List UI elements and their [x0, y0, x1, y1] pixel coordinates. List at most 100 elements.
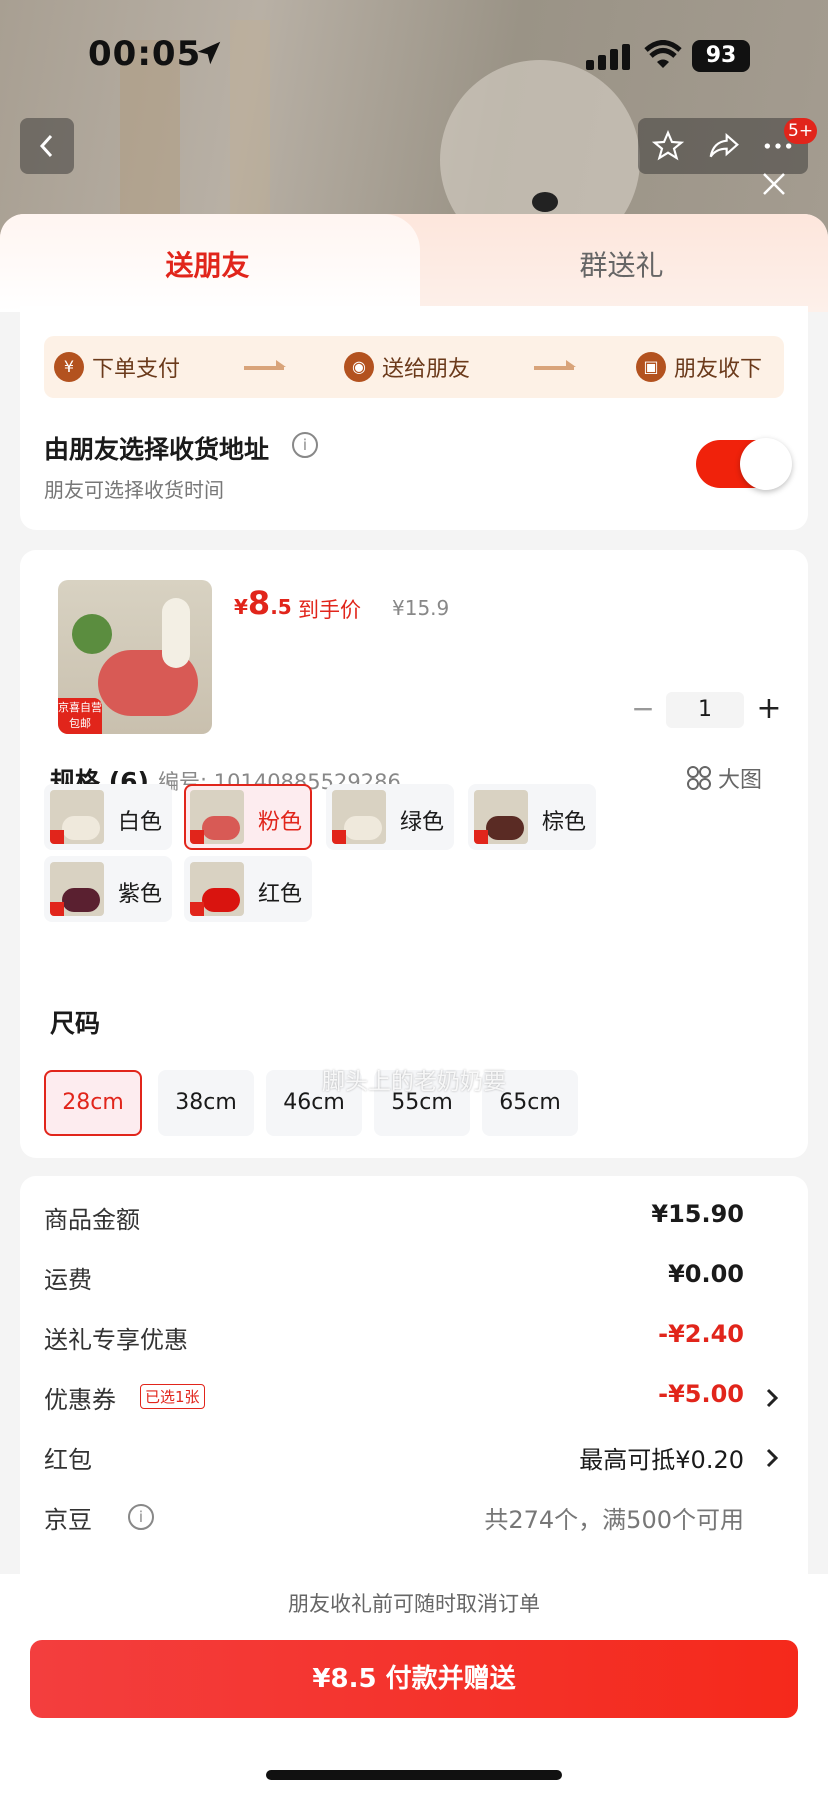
quantity-stepper: − 1 +	[628, 690, 788, 730]
big-image-label: 大图	[718, 768, 763, 793]
spec-thumbnail	[50, 862, 104, 916]
product-tag-line1: 京喜自营	[58, 701, 102, 714]
fee-value: 最高可抵¥0.20	[579, 1446, 744, 1474]
spec-option[interactable]: 紫色	[44, 856, 172, 922]
original-price: ¥15.9	[392, 596, 450, 620]
fee-row-coupon[interactable]: 优惠券 已选1张 -¥5.00	[44, 1380, 784, 1420]
fee-label: 商品金额	[44, 1206, 140, 1234]
spec-thumbnail	[190, 790, 244, 844]
flow-step-label: 朋友收下	[674, 357, 763, 382]
product-tag: 京喜自营 包邮	[58, 698, 102, 734]
fee-label: 红包	[44, 1446, 92, 1474]
location-arrow-icon	[197, 41, 221, 65]
quantity-value[interactable]: 1	[666, 692, 744, 728]
address-option-title: 由朋友选择收货地址	[44, 435, 270, 464]
coupon-selected-tag: 已选1张	[140, 1384, 205, 1409]
spec-option-label: 绿色	[400, 810, 445, 835]
fee-value: -¥5.00	[658, 1380, 744, 1408]
fee-label: 优惠券	[44, 1386, 116, 1414]
header-actions	[638, 118, 808, 174]
spec-thumbnail	[332, 790, 386, 844]
fee-row-shipping: 运费 ¥0.00	[44, 1260, 784, 1300]
info-icon[interactable]: i	[128, 1504, 154, 1530]
fee-value: -¥2.40	[658, 1320, 744, 1348]
price-decimal: .5	[270, 595, 292, 619]
share-icon[interactable]	[708, 130, 740, 162]
spec-option-label: 棕色	[542, 810, 587, 835]
spec-option-label: 紫色	[118, 882, 163, 907]
flow-step-send: ◉ 送给朋友	[344, 350, 470, 384]
battery-indicator: 93	[692, 40, 750, 72]
toggle-knob	[740, 438, 792, 490]
size-option[interactable]: 28cm	[44, 1070, 142, 1136]
star-icon[interactable]	[652, 130, 684, 162]
big-image-button[interactable]: 大图	[686, 762, 762, 794]
grid-icon	[687, 766, 711, 790]
flow-step-receive: ▣ 朋友收下	[636, 350, 762, 384]
chevron-left-icon	[39, 134, 53, 158]
fee-row-gift-discount: 送礼专享优惠 -¥2.40	[44, 1320, 784, 1360]
status-time: 00:05	[88, 34, 202, 74]
chevron-right-icon	[766, 1448, 779, 1468]
spec-option[interactable]: 粉色	[184, 784, 312, 850]
spec-option-label: 粉色	[258, 810, 303, 835]
flow-arrow	[244, 360, 286, 370]
fee-value: 共274个，满500个可用	[484, 1506, 744, 1534]
product-image[interactable]: 京喜自营 包邮	[58, 580, 212, 734]
fee-row-goods: 商品金额 ¥15.90	[44, 1200, 784, 1240]
tab-group-gift[interactable]: 群送礼	[415, 244, 828, 284]
flow-step-label: 下单支付	[92, 357, 181, 382]
close-icon[interactable]	[758, 168, 790, 200]
back-button[interactable]	[20, 118, 74, 174]
wifi-icon	[644, 40, 682, 68]
spec-option[interactable]: 白色	[44, 784, 172, 850]
spec-thumbnail	[190, 862, 244, 916]
fee-row-jingdou: 京豆 i 共274个，满500个可用	[44, 1500, 784, 1540]
fee-label: 送礼专享优惠	[44, 1326, 188, 1354]
size-option[interactable]: 38cm	[158, 1070, 254, 1136]
final-price: ¥8.5	[234, 584, 292, 622]
spec-thumbnail	[50, 790, 104, 844]
chevron-right-icon	[766, 1388, 779, 1408]
home-indicator	[266, 1770, 562, 1780]
yuan-icon: ¥	[54, 352, 84, 382]
fee-value: ¥0.00	[668, 1260, 744, 1288]
increment-button[interactable]: +	[752, 690, 786, 730]
final-price-label: 到手价	[298, 598, 361, 622]
address-toggle[interactable]	[696, 438, 792, 490]
notification-badge: 5+	[784, 118, 818, 144]
pay-and-gift-button[interactable]: ¥8.5 付款并赠送	[30, 1640, 798, 1718]
price-integer: 8	[247, 584, 271, 622]
price-currency: ¥	[234, 595, 248, 619]
gift-icon: ▣	[636, 352, 666, 382]
cellular-signal-icon	[586, 44, 630, 70]
spec-option[interactable]: 棕色	[468, 784, 596, 850]
spec-thumbnail	[474, 790, 528, 844]
fee-value: ¥15.90	[651, 1200, 744, 1228]
decrement-button[interactable]: −	[628, 690, 658, 730]
checkout-footer: 朋友收礼前可随时取消订单 ¥8.5 付款并赠送	[0, 1574, 828, 1795]
address-option-subtitle: 朋友可选择收货时间	[44, 478, 224, 502]
status-bar: 00:05 93	[0, 0, 828, 110]
fee-label: 运费	[44, 1266, 92, 1294]
flow-arrow	[534, 360, 576, 370]
spec-option[interactable]: 绿色	[326, 784, 454, 850]
gift-flow-steps: ¥ 下单支付 ◉ 送给朋友 ▣ 朋友收下	[44, 336, 784, 398]
fee-breakdown-card: 商品金额 ¥15.90 运费 ¥0.00 送礼专享优惠 -¥2.40 优惠券 已…	[20, 1176, 808, 1596]
size-title: 尺码	[50, 1009, 101, 1038]
spec-option[interactable]: 红色	[184, 856, 312, 922]
flow-step-label: 送给朋友	[382, 357, 471, 382]
spec-option-label: 红色	[258, 882, 303, 907]
fee-row-red-packet[interactable]: 红包 最高可抵¥0.20	[44, 1440, 784, 1480]
spec-option-label: 白色	[118, 810, 163, 835]
flow-step-pay: ¥ 下单支付	[54, 350, 180, 384]
tab-bar: 送朋友 群送礼	[0, 214, 828, 312]
tab-send-friend-label: 送朋友	[165, 249, 250, 282]
gift-order-sheet: 送朋友 群送礼 ¥ 下单支付 ◉ 送给朋友 ▣ 朋友收下 由朋友选择收货地址 i…	[0, 214, 828, 1795]
product-tag-line2: 包邮	[69, 717, 91, 730]
wechat-icon: ◉	[344, 352, 374, 382]
info-icon[interactable]: i	[292, 432, 318, 458]
gift-flow-card: ¥ 下单支付 ◉ 送给朋友 ▣ 朋友收下 由朋友选择收货地址 i 朋友可选择收货…	[20, 306, 808, 530]
watermark-text: 脚头上的老奶奶要	[322, 1069, 506, 1095]
cancel-note: 朋友收礼前可随时取消订单	[288, 1592, 540, 1616]
